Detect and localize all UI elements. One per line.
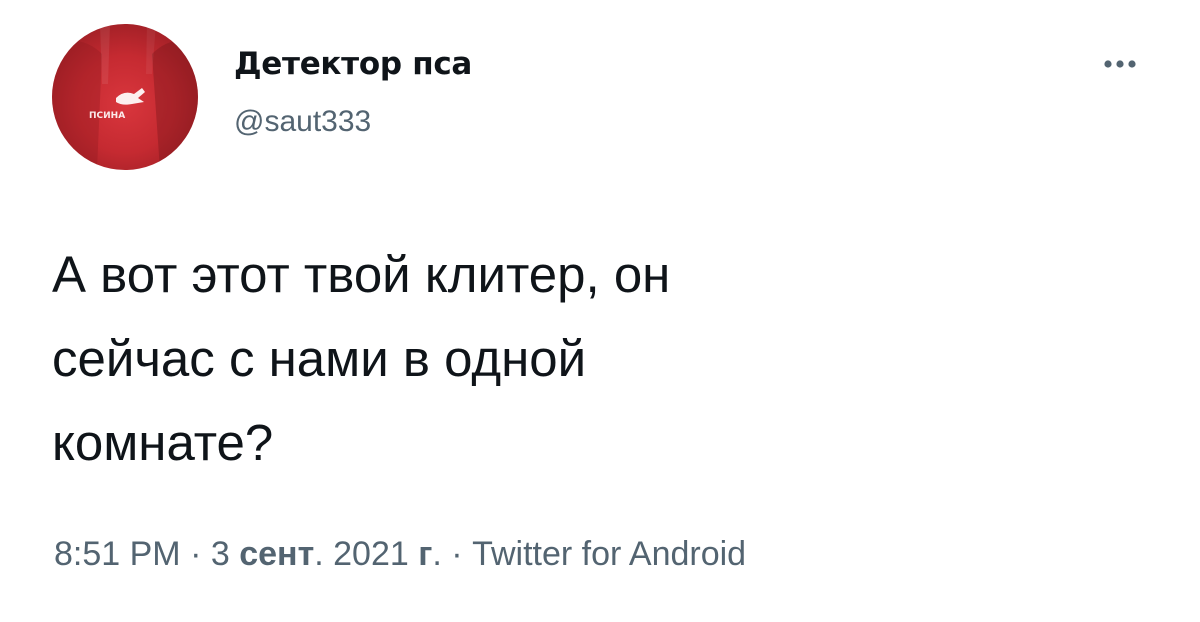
tweet-date-dot: . bbox=[314, 535, 334, 573]
tweet-text: А вот этот твой клитер, он сейчас с нами… bbox=[52, 246, 671, 471]
meta-separator-2: · bbox=[441, 535, 473, 573]
avatar-image: ПСИНА bbox=[52, 24, 198, 170]
author-info: Детектор пса @saut333 bbox=[234, 42, 472, 144]
avatar[interactable]: ПСИНА bbox=[52, 24, 198, 170]
more-horizontal-icon bbox=[1104, 60, 1136, 68]
tweet-year-suffix: г bbox=[418, 535, 433, 573]
tweet-date-month[interactable]: сент bbox=[239, 535, 314, 573]
tweet-time[interactable]: 8:51 PM bbox=[54, 535, 181, 573]
avatar-brand-text: ПСИНА bbox=[89, 111, 125, 121]
author-handle[interactable]: @saut333 bbox=[234, 100, 472, 144]
tweet-date-year[interactable]: 2021 bbox=[333, 535, 409, 573]
tweet-metadata: 8:51 PM · 3 сент. 2021 г. · Twitter for … bbox=[54, 530, 746, 578]
tweet-year-dot: . bbox=[432, 535, 442, 573]
tweet-source-link[interactable]: Twitter for Android bbox=[472, 535, 746, 573]
author-display-name[interactable]: Детектор пса bbox=[234, 42, 472, 86]
meta-separator: · bbox=[180, 535, 211, 573]
more-options-button[interactable] bbox=[1092, 46, 1148, 82]
tweet-card: ПСИНА Детектор пса @saut333 А вот этот т… bbox=[0, 0, 1200, 622]
tweet-date-day[interactable]: 3 bbox=[211, 535, 230, 573]
